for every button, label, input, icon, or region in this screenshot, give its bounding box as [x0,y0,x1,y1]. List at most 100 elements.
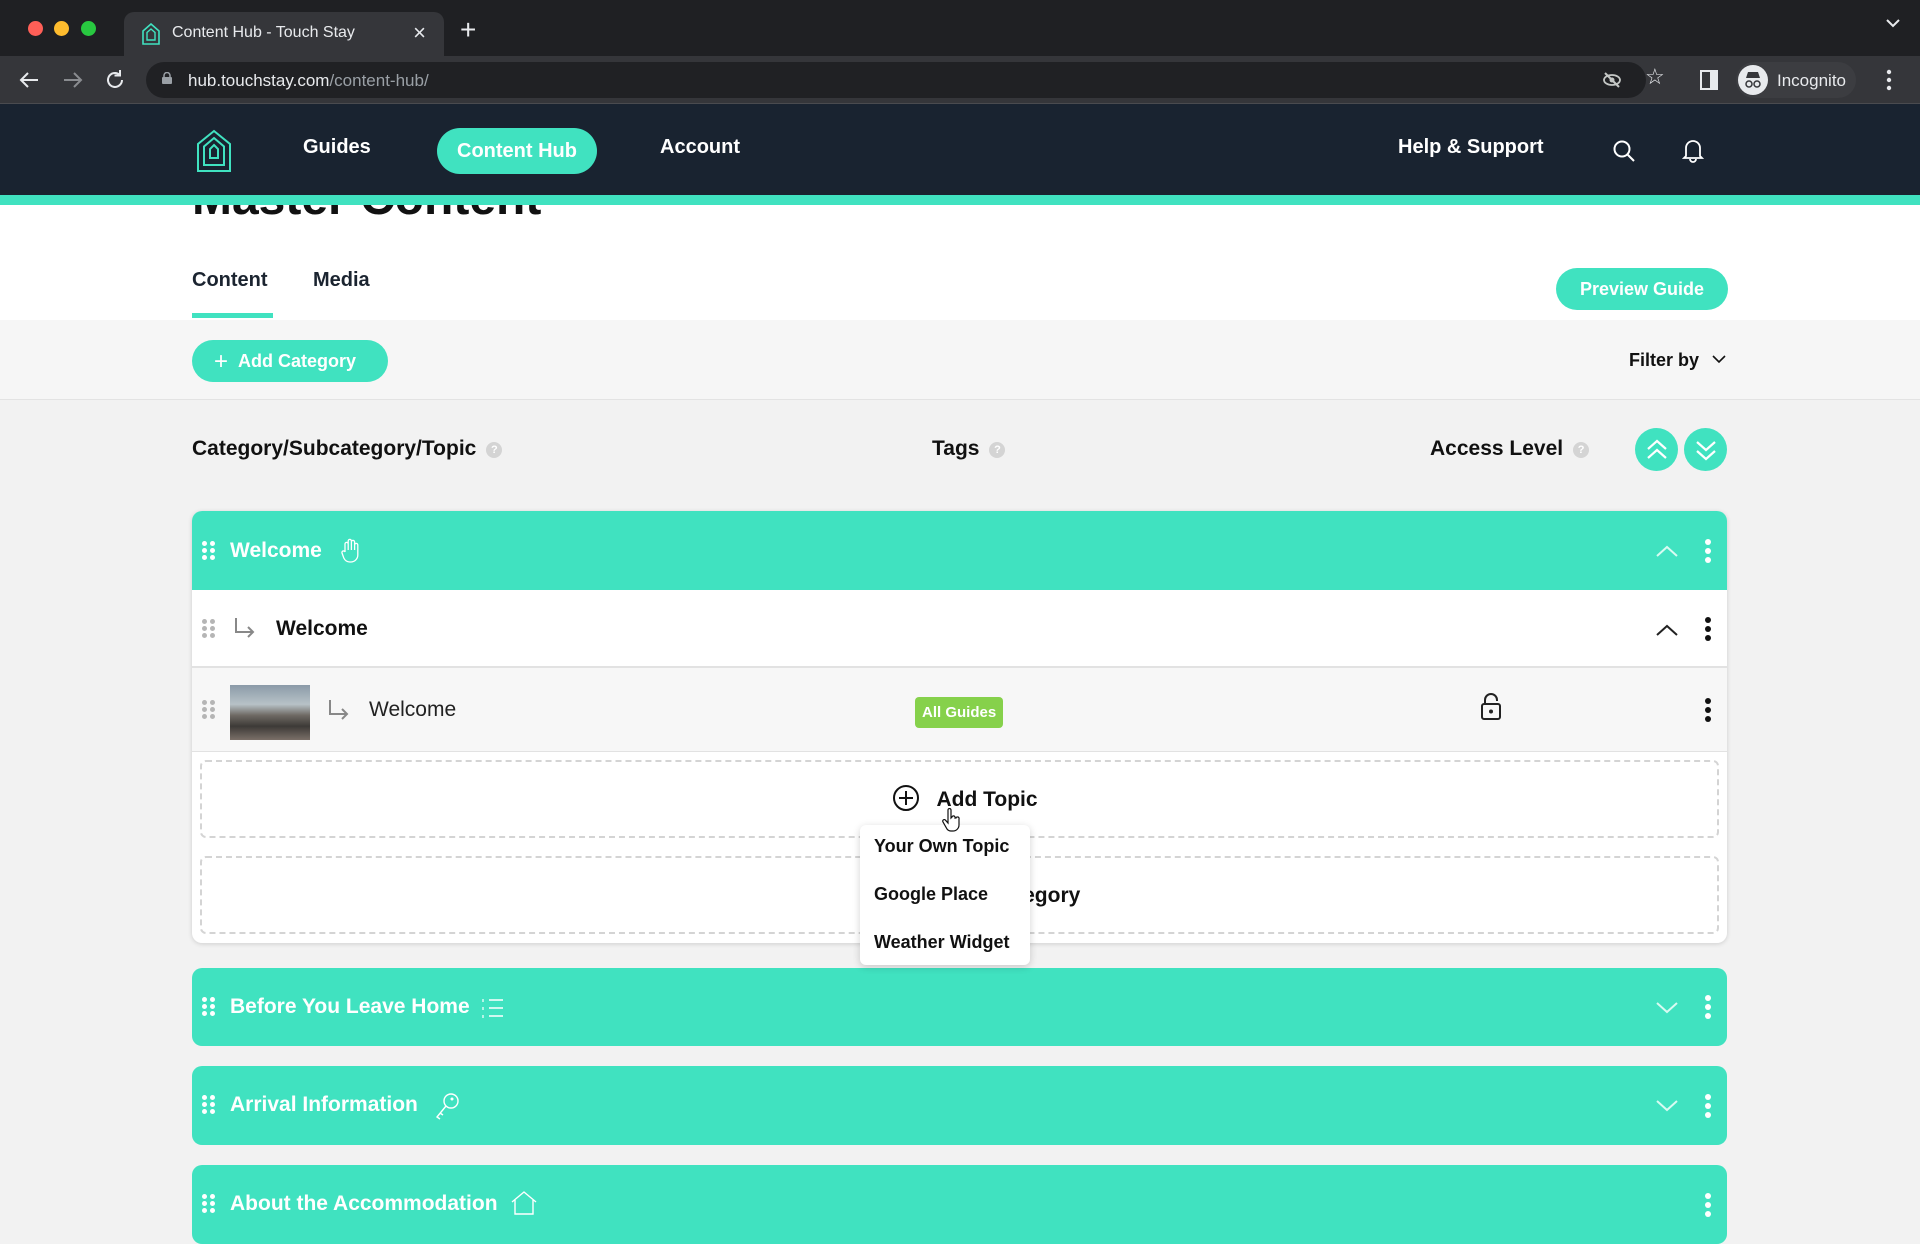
tab-media[interactable]: Media [313,269,370,292]
chevron-down-icon[interactable] [1656,1100,1678,1112]
url-host: hub.touchstay.com [188,71,330,90]
app-navbar: Guides Content Hub Account Help & Suppor… [0,104,1920,195]
subcategory-title: Welcome [276,617,368,640]
more-options-icon[interactable] [1705,617,1711,641]
double-chevron-down-icon [1696,441,1716,461]
chevron-down-icon[interactable] [1656,1002,1678,1014]
forward-arrow-icon[interactable] [62,70,84,90]
topic-row[interactable]: Welcome All Guides [192,668,1727,752]
category-row[interactable]: About the Accommodation [192,1165,1727,1244]
more-options-icon[interactable] [1705,698,1711,722]
eye-slash-icon[interactable] [1602,71,1622,89]
category-row[interactable]: Arrival Information [192,1066,1727,1145]
unlocked-padlock-icon[interactable] [1480,692,1502,722]
collapse-all-button[interactable] [1635,428,1678,471]
drag-handle-icon[interactable] [202,1095,216,1115]
browser-tab[interactable]: Content Hub - Touch Stay × [124,12,444,56]
bookmark-star-icon[interactable]: ☆ [1645,64,1665,90]
add-category-label: Add Category [238,351,357,371]
more-options-icon[interactable] [1705,1193,1711,1217]
drag-handle-icon[interactable] [202,700,216,720]
lock-icon [162,72,172,84]
nav-account[interactable]: Account [660,136,740,159]
category-title: Before You Leave Home [230,995,470,1018]
column-header-access-level: Access Level? [1430,437,1590,461]
new-tab-button[interactable]: + [460,14,476,46]
active-tab-indicator [192,313,273,318]
url-path: /content-hub/ [329,71,429,90]
category-title: Arrival Information [230,1093,418,1116]
nav-help-support[interactable]: Help & Support [1398,136,1544,159]
menu-item-your-own-topic[interactable]: Your Own Topic [874,836,1009,857]
pointer-cursor-icon [942,808,960,832]
filter-by-dropdown[interactable]: Filter by [1629,350,1726,371]
preview-guide-button[interactable]: Preview Guide [1556,268,1728,310]
hand-icon [341,538,359,563]
incognito-label: Incognito [1777,71,1846,90]
category-row[interactable]: Before You Leave Home [192,968,1727,1046]
house-icon [511,1191,537,1215]
page-header: Master Content Content Media Preview Gui… [0,205,1920,320]
help-icon[interactable]: ? [989,442,1006,458]
help-icon[interactable]: ? [1573,442,1590,458]
reload-icon[interactable] [104,69,126,91]
expand-all-button[interactable] [1684,428,1727,471]
touchstay-favicon-icon [142,23,160,45]
tab-search-chevron-icon[interactable] [1886,18,1900,28]
close-window-button[interactable] [28,21,43,36]
category-title: About the Accommodation [230,1192,498,1215]
tab-content[interactable]: Content [192,269,268,292]
search-icon[interactable] [1612,139,1636,163]
add-topic-menu: Your Own Topic Google Place Weather Widg… [860,825,1030,965]
incognito-profile-button[interactable]: Incognito [1736,62,1856,98]
chevron-down-icon [1712,355,1726,364]
category-title: Welcome [230,539,322,562]
maximize-window-button[interactable] [81,21,96,36]
column-tags-label: Tags [932,437,980,460]
add-topic-button[interactable]: Add Topic [892,784,1038,812]
touchstay-logo-icon[interactable] [196,129,232,173]
browser-menu-icon[interactable] [1886,69,1892,91]
topic-thumbnail-image [230,685,310,740]
add-category-button[interactable]: + Add Category [192,340,388,382]
side-panel-icon[interactable] [1700,70,1718,90]
incognito-icon [1738,65,1768,95]
drag-handle-icon[interactable] [202,619,216,639]
menu-item-weather-widget[interactable]: Weather Widget [874,932,1010,953]
category-row[interactable]: Welcome [192,511,1727,590]
nav-guides[interactable]: Guides [303,136,371,159]
browser-tab-strip: Content Hub - Touch Stay × + [0,0,1920,56]
url-text: hub.touchstay.com/content-hub/ [188,71,429,91]
column-access-label: Access Level [1430,437,1564,460]
column-header-tags: Tags? [932,437,1006,461]
address-bar[interactable]: hub.touchstay.com/content-hub/ [146,62,1646,98]
browser-tab-title: Content Hub - Touch Stay [172,24,355,41]
drag-handle-icon[interactable] [202,541,216,561]
tag-badge[interactable]: All Guides [915,697,1004,728]
double-chevron-up-icon [1647,439,1667,459]
notification-bell-icon[interactable] [1682,137,1704,163]
menu-item-google-place[interactable]: Google Place [874,884,988,905]
minimize-window-button[interactable] [54,21,69,36]
drag-handle-icon[interactable] [202,997,216,1017]
browser-toolbar: hub.touchstay.com/content-hub/ ☆ Incogni… [0,56,1920,104]
list-icon [482,999,503,1018]
back-arrow-icon[interactable] [18,70,40,90]
chevron-up-icon[interactable] [1656,624,1678,636]
action-bar: + Add Category Filter by [0,320,1920,400]
subitem-arrow-icon [235,618,255,638]
drag-handle-icon[interactable] [202,1194,216,1214]
close-tab-icon[interactable]: × [413,20,426,46]
more-options-icon[interactable] [1705,995,1711,1019]
more-options-icon[interactable] [1705,539,1711,563]
nav-content-hub[interactable]: Content Hub [437,128,597,174]
topic-title: Welcome [369,698,457,721]
more-options-icon[interactable] [1705,1094,1711,1118]
nav-accent-stripe [0,195,1920,205]
help-icon[interactable]: ? [486,442,503,458]
subcategory-row[interactable]: Welcome [192,590,1727,668]
chevron-up-icon[interactable] [1656,545,1678,557]
plus-icon: + [214,348,229,375]
subitem-arrow-icon [329,700,349,720]
filter-by-label: Filter by [1628,350,1699,370]
